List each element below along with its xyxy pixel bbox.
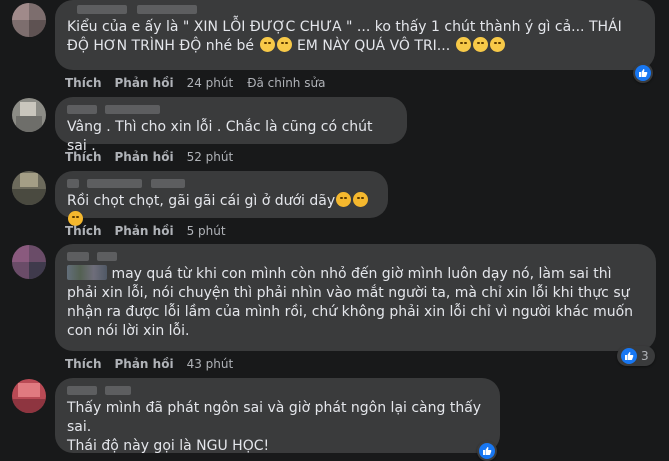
comment-actions: Thích Phản hồi 24 phút Đã chỉnh sửa (65, 75, 339, 91)
eyeroll-emoji-icon (455, 37, 471, 52)
commenter-name-blurred[interactable] (67, 384, 488, 397)
edited-label: Đã chỉnh sửa (247, 76, 326, 90)
timestamp[interactable]: 52 phút (187, 150, 234, 164)
reaction-summary[interactable] (477, 441, 497, 461)
like-reaction-icon (479, 443, 495, 459)
reply-button[interactable]: Phản hồi (115, 76, 174, 90)
commenter-name-blurred[interactable] (67, 3, 643, 16)
rofl-emoji-icon (353, 192, 369, 207)
avatar[interactable] (12, 379, 46, 413)
timestamp[interactable]: 24 phút (187, 76, 234, 90)
comment-text: Kiểu của e ấy là " XIN LỖI ĐƯỢC CHƯA " .… (67, 19, 627, 54)
avatar[interactable] (12, 3, 46, 37)
comment-text: may quá từ khi con mình còn nhỏ đến giờ … (67, 265, 638, 339)
comment-bubble: may quá từ khi con mình còn nhỏ đến giờ … (55, 244, 656, 351)
reaction-summary[interactable] (633, 63, 653, 83)
reaction-count: 3 (641, 349, 649, 363)
comment-bubble: Thấy mình đã phát ngôn sai và giờ phát n… (55, 378, 500, 454)
eyeroll-emoji-icon (489, 37, 505, 52)
grimace-emoji-icon (259, 37, 275, 52)
timestamp[interactable]: 43 phút (187, 357, 234, 371)
reaction-summary[interactable]: 3 (617, 346, 655, 366)
comment-actions: Thích Phản hồi 5 phút (65, 223, 240, 239)
comment-bubble: Vâng . Thì cho xin lỗi . Chắc là cũng có… (55, 97, 407, 154)
reply-button[interactable]: Phản hồi (115, 150, 174, 164)
avatar[interactable] (12, 98, 46, 132)
commenter-name-blurred[interactable] (67, 103, 395, 116)
comment-text: Thấy mình đã phát ngôn sai và giờ phát n… (67, 400, 482, 454)
comment-actions: Thích Phản hồi 52 phút (65, 149, 247, 165)
timestamp[interactable]: 5 phút (187, 224, 226, 238)
comment-actions: Thích Phản hồi 43 phút (65, 356, 247, 372)
like-button[interactable]: Thích (65, 76, 102, 90)
comment-bubble: Kiểu của e ấy là " XIN LỖI ĐƯỢC CHƯA " .… (55, 0, 655, 70)
like-reaction-icon (635, 65, 651, 81)
avatar[interactable] (12, 171, 46, 205)
comment-bubble: Rồi chọt chọt, gãi gãi cái gì ở dưới dãy (55, 171, 388, 226)
reply-button[interactable]: Phản hồi (115, 357, 174, 371)
reply-button[interactable]: Phản hồi (115, 224, 174, 238)
like-button[interactable]: Thích (65, 150, 102, 164)
commenter-name-blurred[interactable] (67, 177, 376, 190)
like-button[interactable]: Thích (65, 357, 102, 371)
like-reaction-icon (621, 348, 637, 364)
commenter-name-blurred[interactable] (67, 250, 644, 263)
avatar[interactable] (12, 245, 46, 279)
blurred-mention[interactable] (67, 265, 107, 280)
like-button[interactable]: Thích (65, 224, 102, 238)
grimace-emoji-icon (276, 37, 292, 52)
rofl-emoji-icon (336, 192, 352, 207)
eyeroll-emoji-icon (472, 37, 488, 52)
